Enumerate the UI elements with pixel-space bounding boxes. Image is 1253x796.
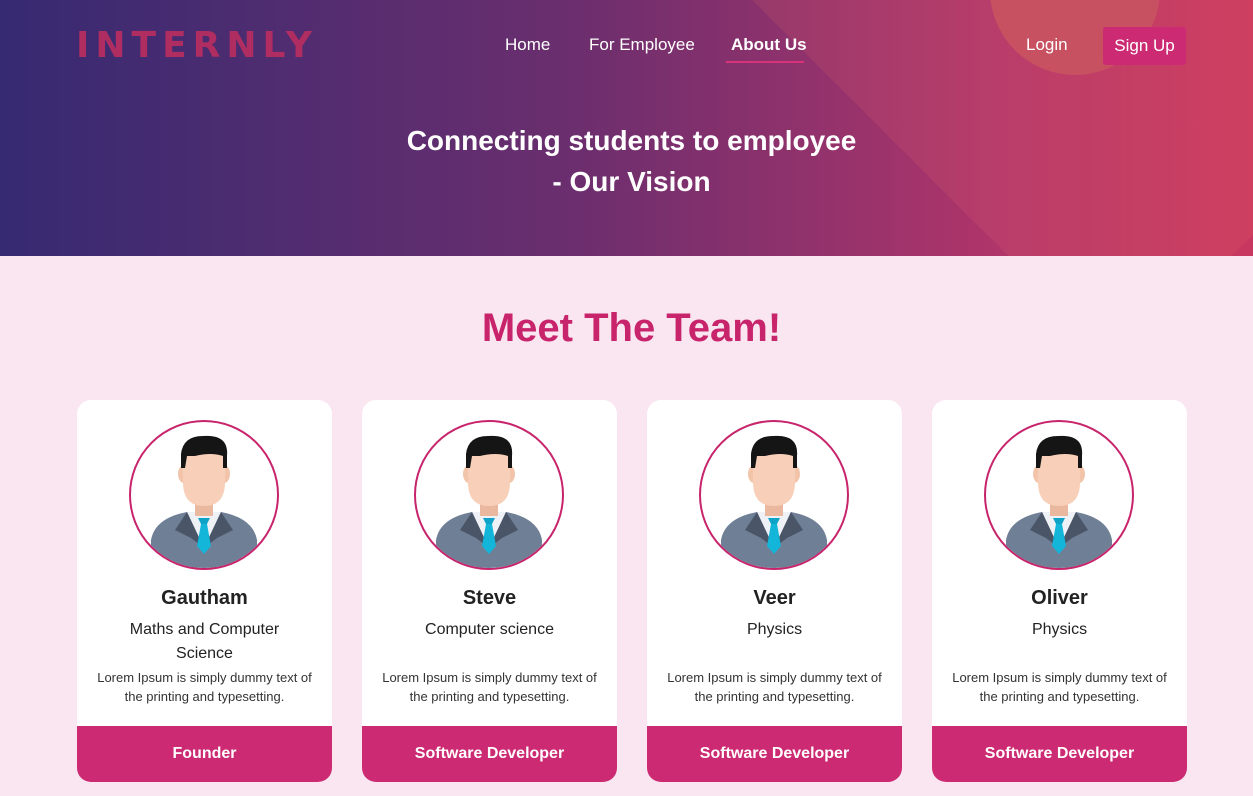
- team-card: Veer Physics Lorem Ipsum is simply dummy…: [647, 400, 902, 782]
- businessman-avatar-icon: [701, 422, 847, 568]
- team-card: Steve Computer science Lorem Ipsum is si…: [362, 400, 617, 782]
- active-nav-indicator: [726, 61, 804, 63]
- signup-button[interactable]: Sign Up: [1103, 27, 1186, 65]
- avatar: [414, 420, 564, 570]
- member-name: Gautham: [161, 587, 248, 609]
- member-name: Steve: [462, 587, 517, 609]
- member-field: Computer science: [425, 621, 554, 638]
- businessman-avatar-icon: [131, 422, 277, 568]
- member-field: Physics: [1031, 621, 1088, 638]
- login-button[interactable]: Login: [1026, 34, 1068, 56]
- member-field: Maths and Computer Science: [129, 621, 280, 662]
- member-role: Software Developer: [647, 726, 902, 782]
- member-description: Lorem Ipsum is simply dummy text of the …: [97, 670, 312, 704]
- section-title: Meet The Team!: [481, 306, 782, 350]
- member-role: Founder: [77, 726, 332, 782]
- team-card: Oliver Physics Lorem Ipsum is simply dum…: [932, 400, 1187, 782]
- member-description: Lorem Ipsum is simply dummy text of the …: [952, 670, 1167, 704]
- avatar: [984, 420, 1134, 570]
- vision-statement: Connecting students to employee - Our Vi…: [0, 120, 1253, 202]
- team-card: Gautham Maths and Computer Science Lorem…: [77, 400, 332, 782]
- businessman-avatar-icon: [416, 422, 562, 568]
- avatar: [129, 420, 279, 570]
- member-field: Physics: [746, 621, 803, 638]
- member-name: Veer: [753, 587, 796, 609]
- businessman-avatar-icon: [986, 422, 1132, 568]
- member-name: Oliver: [1031, 587, 1088, 609]
- nav-home-link[interactable]: Home: [505, 34, 550, 56]
- avatar: [699, 420, 849, 570]
- nav-about-us-link[interactable]: About Us: [731, 34, 807, 56]
- member-role: Software Developer: [932, 726, 1187, 782]
- member-description: Lorem Ipsum is simply dummy text of the …: [382, 670, 597, 704]
- vision-line-1: Connecting students to employee: [406, 125, 857, 156]
- vision-line-2: - Our Vision: [552, 166, 711, 197]
- hero-header: INTERNLY Home For Employee About Us Logi…: [0, 0, 1253, 256]
- nav-for-employee-link[interactable]: For Employee: [589, 34, 695, 56]
- member-role: Software Developer: [362, 726, 617, 782]
- member-description: Lorem Ipsum is simply dummy text of the …: [667, 670, 882, 704]
